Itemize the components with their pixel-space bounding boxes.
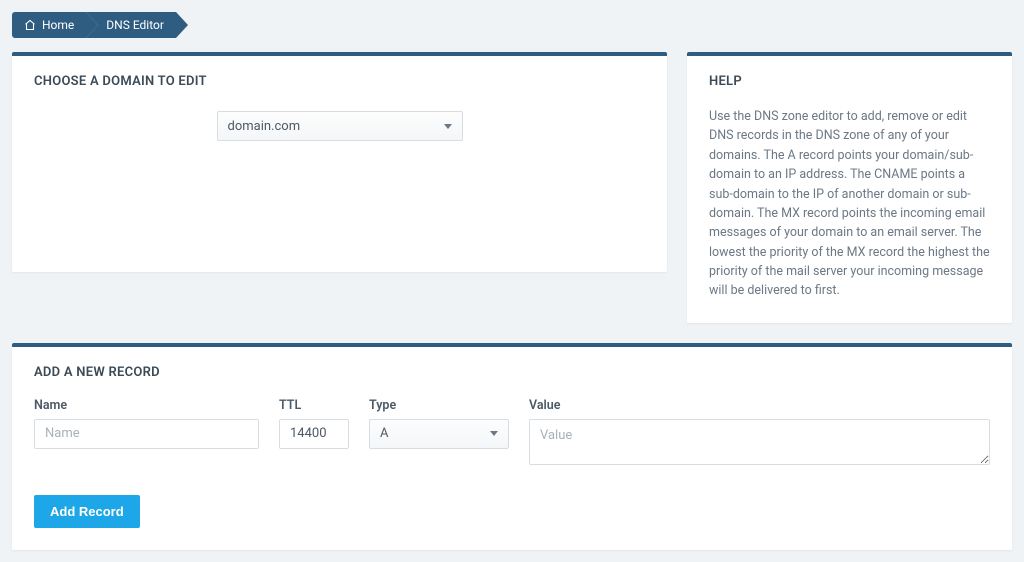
breadcrumb-current[interactable]: DNS Editor [86, 12, 176, 38]
home-icon [24, 19, 36, 31]
name-input[interactable] [34, 419, 259, 449]
help-body: Use the DNS zone editor to add, remove o… [709, 107, 990, 301]
breadcrumb-current-label: DNS Editor [106, 12, 164, 38]
choose-domain-title: CHOOSE A DOMAIN TO EDIT [34, 74, 645, 89]
ttl-input[interactable] [279, 419, 349, 449]
add-record-title: ADD A NEW RECORD [34, 365, 990, 380]
value-label: Value [529, 398, 990, 413]
add-record-button[interactable]: Add Record [34, 495, 140, 528]
breadcrumb: Home DNS Editor [12, 12, 1012, 38]
name-label: Name [34, 398, 259, 413]
ttl-label: TTL [279, 398, 349, 413]
value-input[interactable] [529, 419, 990, 465]
domain-select-value: domain.com [228, 119, 301, 134]
breadcrumb-home-label: Home [42, 12, 74, 38]
choose-domain-panel: CHOOSE A DOMAIN TO EDIT domain.com [12, 52, 667, 272]
type-label: Type [369, 398, 509, 413]
chevron-down-icon [490, 431, 498, 436]
add-record-panel: ADD A NEW RECORD Name TTL Type A Value A… [12, 343, 1012, 550]
help-panel: HELP Use the DNS zone editor to add, rem… [687, 52, 1012, 323]
type-select[interactable]: A [369, 419, 509, 449]
chevron-down-icon [444, 124, 452, 129]
help-title: HELP [709, 74, 990, 89]
type-select-value: A [380, 426, 388, 441]
breadcrumb-home[interactable]: Home [12, 12, 86, 38]
domain-select[interactable]: domain.com [217, 111, 463, 141]
